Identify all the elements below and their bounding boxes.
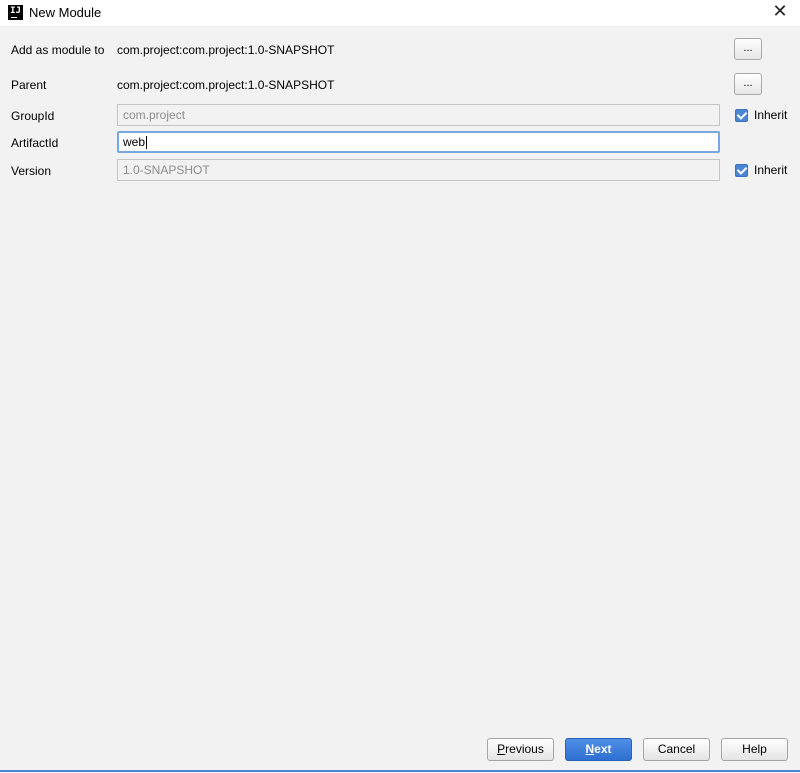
version-label: Version — [11, 164, 52, 178]
checkbox-checked-icon[interactable] — [735, 163, 748, 177]
parent-label: Parent — [11, 78, 47, 92]
add-as-module-to-label: Add as module to — [11, 43, 105, 57]
close-icon[interactable]: ✕ — [770, 2, 790, 22]
version-field[interactable]: 1.0-SNAPSHOT — [117, 159, 720, 181]
version-inherit-label: Inherit — [754, 163, 788, 177]
intellij-app-icon: IJ — [8, 5, 23, 20]
cancel-button[interactable]: Cancel — [643, 738, 710, 761]
next-button[interactable]: Next — [565, 738, 632, 761]
group-id-inherit-label: Inherit — [754, 108, 788, 122]
group-id-field[interactable]: com.project — [117, 104, 720, 126]
window-bottom-border — [0, 770, 800, 772]
add-as-module-to-browse-button[interactable]: ... — [734, 38, 762, 60]
previous-button[interactable]: Previous — [487, 738, 554, 761]
artifact-id-label: ArtifactId — [11, 136, 59, 150]
add-as-module-to-value: com.project:com.project:1.0-SNAPSHOT — [117, 43, 335, 57]
checkbox-checked-icon[interactable] — [735, 108, 748, 122]
help-button[interactable]: Help — [721, 738, 788, 761]
version-value: 1.0-SNAPSHOT — [123, 163, 210, 177]
artifact-id-value: web — [123, 135, 146, 149]
version-inherit-checkbox[interactable]: Inherit — [735, 163, 787, 177]
artifact-id-field[interactable]: web — [117, 131, 720, 153]
parent-browse-button[interactable]: ... — [734, 73, 762, 95]
window-title: New Module — [29, 5, 102, 20]
group-id-value: com.project — [123, 108, 186, 122]
title-bar: IJ New Module ✕ — [0, 0, 800, 26]
group-id-inherit-checkbox[interactable]: Inherit — [735, 108, 787, 122]
text-caret — [146, 136, 148, 150]
parent-value: com.project:com.project:1.0-SNAPSHOT — [117, 78, 335, 92]
group-id-label: GroupId — [11, 109, 55, 123]
new-module-dialog: IJ New Module ✕ Add as module to com.pro… — [0, 0, 800, 773]
